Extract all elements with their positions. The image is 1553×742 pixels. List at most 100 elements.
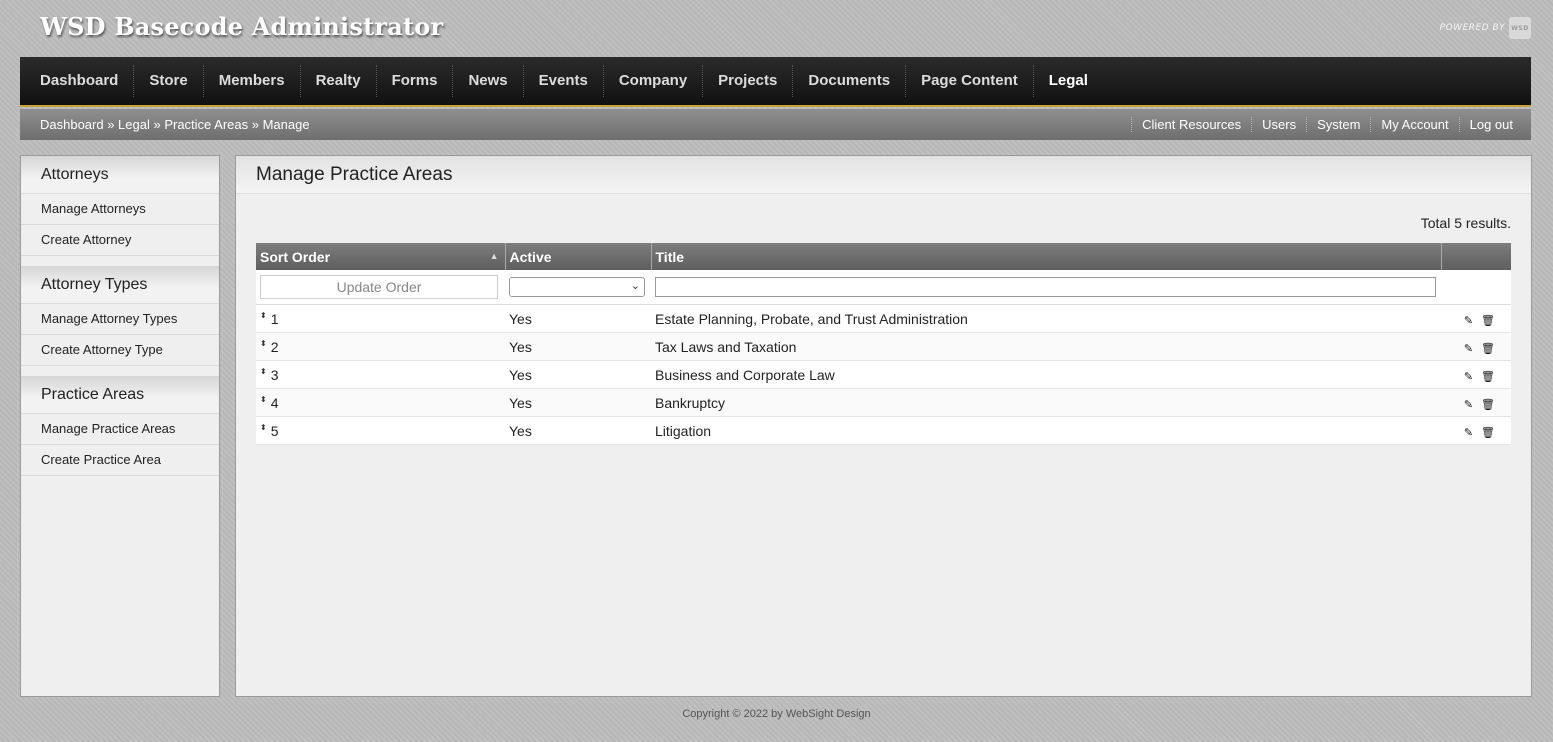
link-log-out[interactable]: Log out	[1458, 117, 1523, 132]
nav-documents[interactable]: Documents	[793, 65, 907, 97]
actions-cell: ✎ 🗑	[1441, 388, 1511, 417]
sort-asc-icon[interactable]: ▲	[490, 251, 499, 261]
column-sort-order[interactable]: Sort Order ▲	[256, 243, 506, 270]
filter-cell: Update Order	[256, 270, 505, 305]
nav-members[interactable]: Members	[204, 65, 301, 97]
drag-handle-icon[interactable]: ⬍	[260, 339, 267, 348]
table-row: ⬍ 1 Yes Estate Planning, Probate, and Tru…	[256, 304, 1511, 333]
pencil-icon[interactable]: ✎	[1464, 342, 1473, 355]
chevron-down-icon: ⌄	[630, 280, 640, 292]
nav-store[interactable]: Store	[134, 65, 204, 97]
column-title[interactable]: Title	[651, 243, 1442, 270]
nav-page-content[interactable]: Page Content	[906, 65, 1034, 97]
sidebar-item-manage-practice-areas[interactable]: Manage Practice Areas	[21, 414, 219, 445]
main-panel: Manage Practice Areas Total 5 results. S…	[235, 155, 1532, 697]
sidebar-item-manage-attorney-types[interactable]: Manage Attorney Types	[21, 304, 219, 335]
actions-cell: ✎ 🗑	[1441, 304, 1511, 333]
nav-news[interactable]: News	[453, 65, 524, 97]
trash-icon[interactable]: 🗑	[1481, 426, 1495, 439]
main-nav: Dashboard Store Members Realty Forms New…	[20, 57, 1531, 107]
filter-cell: ⌄	[505, 270, 651, 305]
powered-by: POWERED BY WSD	[1440, 17, 1531, 39]
filter-cell	[651, 270, 1441, 305]
powered-by-label: POWERED BY	[1439, 23, 1505, 33]
drag-handle-icon[interactable]: ⬍	[260, 423, 267, 432]
active-filter-select[interactable]: ⌄	[509, 277, 645, 297]
pencil-icon[interactable]: ✎	[1464, 398, 1473, 411]
actions-cell: ✎ 🗑	[1441, 360, 1511, 389]
update-order-button[interactable]: Update Order	[260, 275, 498, 299]
link-client-resources[interactable]: Client Resources	[1131, 117, 1251, 132]
breadcrumb[interactable]: Dashboard » Legal » Practice Areas » Man…	[40, 117, 310, 132]
sort-order-cell: ⬍ 5	[256, 416, 505, 445]
sort-order-value: 1	[270, 310, 279, 327]
trash-icon[interactable]: 🗑	[1481, 370, 1495, 383]
active-cell: Yes	[505, 332, 651, 361]
nav-projects[interactable]: Projects	[703, 65, 794, 97]
title-cell: Tax Laws and Taxation	[651, 332, 1441, 361]
sort-order-cell: ⬍ 1	[256, 304, 505, 333]
link-system[interactable]: System	[1306, 117, 1370, 132]
drag-handle-icon[interactable]: ⬍	[260, 311, 267, 320]
trash-icon[interactable]: 🗑	[1481, 398, 1495, 411]
link-users[interactable]: Users	[1251, 117, 1306, 132]
nav-events[interactable]: Events	[524, 65, 604, 97]
sort-order-value: 5	[270, 422, 279, 439]
trash-icon[interactable]: 🗑	[1481, 342, 1495, 355]
pencil-icon[interactable]: ✎	[1464, 370, 1473, 383]
sort-order-cell: ⬍ 4	[256, 388, 505, 417]
table-row: ⬍ 2 Yes Tax Laws and Taxation ✎ 🗑	[256, 332, 1511, 361]
title-cell: Business and Corporate Law	[651, 360, 1441, 389]
table-row: ⬍ 5 Yes Litigation ✎ 🗑	[256, 416, 1511, 445]
sidebar-item-create-attorney[interactable]: Create Attorney	[21, 225, 219, 256]
sort-order-value: 3	[270, 366, 279, 383]
nav-legal[interactable]: Legal	[1034, 65, 1103, 97]
sidebar-item-create-attorney-type[interactable]: Create Attorney Type	[21, 335, 219, 366]
sort-order-cell: ⬍ 2	[256, 332, 505, 361]
sort-order-cell: ⬍ 3	[256, 360, 505, 389]
title-cell: Estate Planning, Probate, and Trust Admi…	[651, 304, 1441, 333]
link-my-account[interactable]: My Account	[1370, 117, 1458, 132]
sidebar-heading-attorneys: Attorneys	[21, 156, 219, 194]
sidebar-item-create-practice-area[interactable]: Create Practice Area	[21, 445, 219, 476]
filter-cell	[1441, 270, 1511, 305]
sidebar-item-manage-attorneys[interactable]: Manage Attorneys	[21, 194, 219, 225]
nav-realty[interactable]: Realty	[301, 65, 377, 97]
table-row: ⬍ 4 Yes Bankruptcy ✎ 🗑	[256, 388, 1511, 417]
sidebar: Attorneys Manage Attorneys Create Attorn…	[20, 155, 220, 697]
title-cell: Bankruptcy	[651, 388, 1441, 417]
nav-dashboard[interactable]: Dashboard	[25, 65, 135, 97]
sort-order-value: 2	[270, 338, 279, 355]
active-cell: Yes	[505, 388, 651, 417]
actions-cell: ✎ 🗑	[1441, 332, 1511, 361]
pencil-icon[interactable]: ✎	[1464, 314, 1473, 327]
app-title: WSD Basecode Administrator	[40, 12, 444, 41]
sort-order-value: 4	[270, 394, 279, 411]
column-sort-order-label: Sort Order	[260, 248, 331, 265]
nav-forms[interactable]: Forms	[377, 65, 454, 97]
filter-row: Update Order ⌄	[256, 270, 1511, 305]
utility-links: Client Resources Users System My Account…	[1131, 117, 1523, 132]
column-active[interactable]: Active	[505, 243, 652, 270]
sidebar-heading-attorney-types: Attorney Types	[21, 266, 219, 304]
drag-handle-icon[interactable]: ⬍	[260, 395, 267, 404]
footer-copyright: Copyright © 2022 by WebSight Design	[682, 708, 871, 720]
title-cell: Litigation	[651, 416, 1441, 445]
practice-areas-table: Sort Order ▲ Active Title Update Order ⌄	[256, 243, 1511, 445]
table-header-row: Sort Order ▲ Active Title	[256, 243, 1511, 270]
active-cell: Yes	[505, 360, 651, 389]
trash-icon[interactable]: 🗑	[1481, 314, 1495, 327]
nav-company[interactable]: Company	[604, 65, 704, 97]
pencil-icon[interactable]: ✎	[1464, 426, 1473, 439]
wsd-logo: WSD	[1509, 17, 1531, 39]
sidebar-heading-practice-areas: Practice Areas	[21, 376, 219, 414]
title-filter-input[interactable]	[655, 277, 1436, 297]
column-actions	[1441, 243, 1511, 270]
drag-handle-icon[interactable]: ⬍	[260, 367, 267, 376]
active-cell: Yes	[505, 304, 651, 333]
sub-bar: Dashboard » Legal » Practice Areas » Man…	[20, 109, 1531, 140]
table-row: ⬍ 3 Yes Business and Corporate Law ✎ 🗑	[256, 360, 1511, 389]
active-cell: Yes	[505, 416, 651, 445]
